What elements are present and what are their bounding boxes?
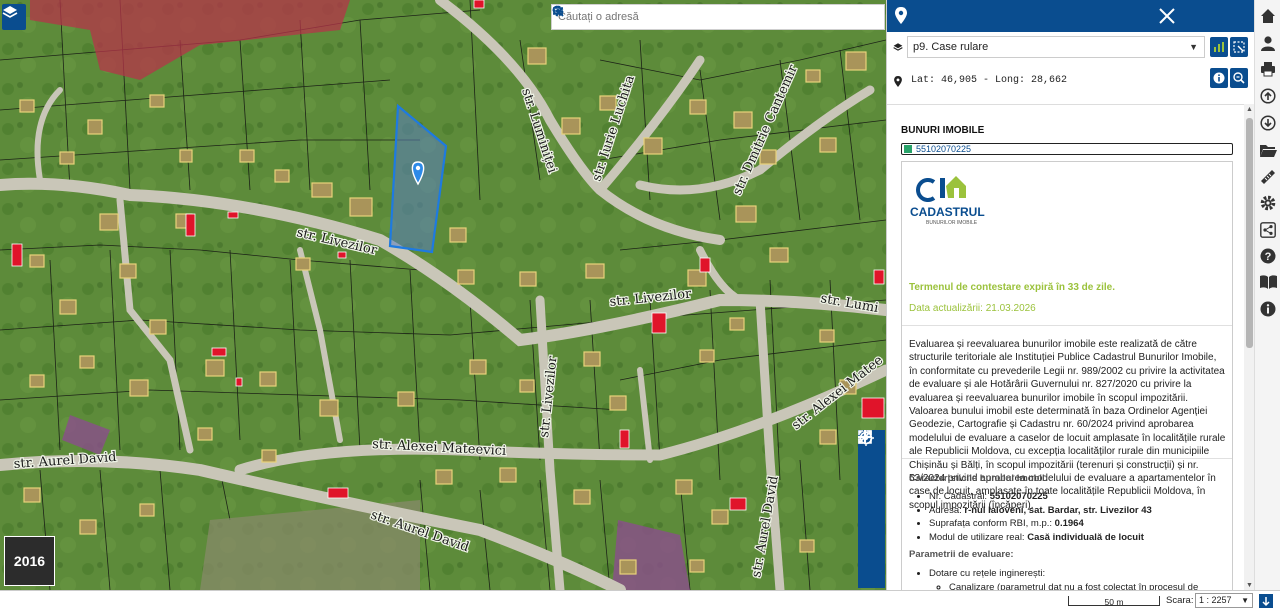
layer-select-value: p9. Case rulare (913, 41, 989, 53)
map-toolbar (858, 430, 885, 588)
ruler-icon[interactable] (1258, 167, 1278, 187)
help-icon[interactable]: ? (1258, 246, 1278, 266)
fullscreen-icon[interactable] (858, 430, 885, 534)
zoom-out-icon[interactable] (858, 435, 885, 508)
parcel-color-swatch (904, 145, 912, 153)
param-label: Dotare cu rețele inginerești: (929, 568, 1046, 579)
map-canvas[interactable]: str. Livezilor str. Livezilor str. Livez… (0, 0, 886, 590)
list-item: Suprafața conform RBI, m.p.: 0.1964 (929, 517, 1152, 531)
extent-icon[interactable] (858, 430, 885, 560)
select-area-icon (1233, 41, 1245, 53)
panel-header (887, 0, 1254, 32)
update-date: Data actualizării: 21.03.2026 (909, 303, 1036, 314)
contest-deadline: Termenul de contestare expiră în 33 de z… (909, 282, 1116, 293)
parcel-info-card: CADASTRUL BUNURILOR IMOBILE Termenul de … (901, 161, 1233, 591)
imagery-year-button[interactable]: 2016 (4, 536, 55, 586)
more-icon[interactable] (858, 430, 885, 586)
book-icon[interactable] (1258, 272, 1278, 292)
logo-title: CADASTRUL (910, 205, 985, 219)
layers-button[interactable] (2, 4, 26, 30)
scale-select[interactable]: 1 : 2257 ▼ (1195, 593, 1253, 608)
status-menu-icon[interactable] (1259, 594, 1273, 608)
upload-icon[interactable] (1258, 86, 1278, 106)
panel-content: BUNURI IMOBILE 55102070225 CADASTRUL BUN… (887, 104, 1244, 591)
char-label: Adresa: (929, 504, 965, 516)
cadastrul-logo: CADASTRUL BUNURILOR IMOBILE (910, 168, 1000, 228)
char-value: 55102070225 (989, 491, 1048, 502)
search-bar (551, 4, 885, 30)
home-icon[interactable] (1258, 6, 1278, 26)
search-info-button[interactable] (1230, 68, 1248, 88)
share-icon[interactable] (1258, 220, 1278, 240)
scroll-down-icon[interactable]: ▼ (1246, 582, 1253, 589)
right-toolbar: ? (1254, 0, 1280, 611)
info-button[interactable] (1210, 68, 1228, 88)
svg-text:?: ? (1265, 251, 1272, 263)
location-pin-small-icon (894, 76, 902, 87)
scrollbar-thumb[interactable] (1246, 118, 1253, 348)
print-icon[interactable] (1258, 59, 1278, 79)
char-value: r-nul Ialoveni, sat. Bardar, str. Livezi… (964, 504, 1152, 516)
params-title: Parametrii de evaluare: (909, 549, 1014, 560)
list-item: Adresa: r-nul Ialoveni, sat. Bardar, str… (929, 504, 1152, 518)
menu-icon[interactable] (553, 6, 884, 28)
evaluation-paragraph: Evaluarea și reevaluarea bunurilor imobi… (909, 339, 1226, 511)
list-item: Nr. Cadastral: 55102070225 (929, 490, 1152, 504)
map-view[interactable]: str. Livezilor str. Livezilor str. Livez… (0, 0, 886, 590)
char-label: Nr. Cadastral: (929, 491, 990, 502)
layer-row: p9. Case rulare ▼ (887, 34, 1255, 62)
chart-button[interactable] (1210, 37, 1228, 57)
scale-bar: 50 m (1068, 596, 1160, 607)
user-icon[interactable] (1258, 33, 1278, 53)
select-area-button[interactable] (1230, 37, 1248, 57)
chevron-down-icon: ▼ (1241, 596, 1249, 605)
char-label: Suprafața conform RBI, m.p.: (929, 518, 1055, 530)
location-pin-icon (895, 7, 907, 24)
address-search-input[interactable] (552, 5, 827, 29)
char-value: Casă individuală de locuit (1027, 531, 1144, 543)
characteristics-list: Nr. Cadastral: 55102070225 Adresa: r-nul… (909, 490, 1152, 544)
list-item: Modul de utilizare real: Casă individual… (929, 531, 1152, 545)
coordinates-row: Lat: 46,905 - Long: 28,662 (887, 68, 1255, 94)
parcel-id-chip[interactable]: 55102070225 (901, 143, 1233, 155)
scroll-up-icon[interactable]: ▲ (1246, 106, 1253, 113)
zoom-in-icon[interactable] (858, 430, 885, 482)
status-bar: 50 m Scara: 1 : 2257 ▼ (0, 590, 1280, 611)
parcel-id-text: 55102070225 (916, 144, 972, 154)
magnify-info-icon (1233, 72, 1245, 84)
logo-subtitle: BUNURILOR IMOBILE (926, 220, 978, 226)
list-item: Dotare cu rețele inginerești: Canalizare… (929, 567, 1198, 591)
layers-icon (2, 6, 18, 18)
scale-label: Scara: (1166, 595, 1194, 606)
char-label: Modul de utilizare real: (929, 531, 1028, 543)
scale-select-value: 1 : 2257 (1199, 595, 1232, 605)
about-icon[interactable] (1258, 299, 1278, 319)
info-panel: p9. Case rulare ▼ Lat: 46,905 - Long: 28… (886, 0, 1255, 591)
divider (902, 458, 1232, 459)
layers-small-icon (893, 43, 903, 51)
bar-chart-icon (1214, 42, 1224, 52)
cadastrul-logo-icon (916, 176, 966, 202)
info-icon (1213, 72, 1225, 84)
download-icon[interactable] (1258, 113, 1278, 133)
characteristics-title: Caracteristicile bunului imobil: (909, 473, 1048, 484)
divider (902, 325, 1232, 326)
coordinates-text: Lat: 46,905 - Long: 28,662 (911, 75, 1068, 86)
params-list: Dotare cu rețele inginerești: Canalizare… (909, 567, 1198, 591)
search-icon[interactable] (552, 5, 865, 28)
settings-gear-icon[interactable] (552, 5, 846, 28)
layer-select[interactable]: p9. Case rulare ▼ (907, 36, 1205, 58)
char-value: 0.1964 (1054, 518, 1084, 530)
chevron-down-icon: ▼ (1189, 42, 1198, 52)
close-icon[interactable] (1159, 8, 1175, 24)
settings-icon[interactable] (1258, 193, 1278, 213)
folder-icon[interactable] (1258, 140, 1278, 160)
section-title: BUNURI IMOBILE (901, 125, 985, 136)
